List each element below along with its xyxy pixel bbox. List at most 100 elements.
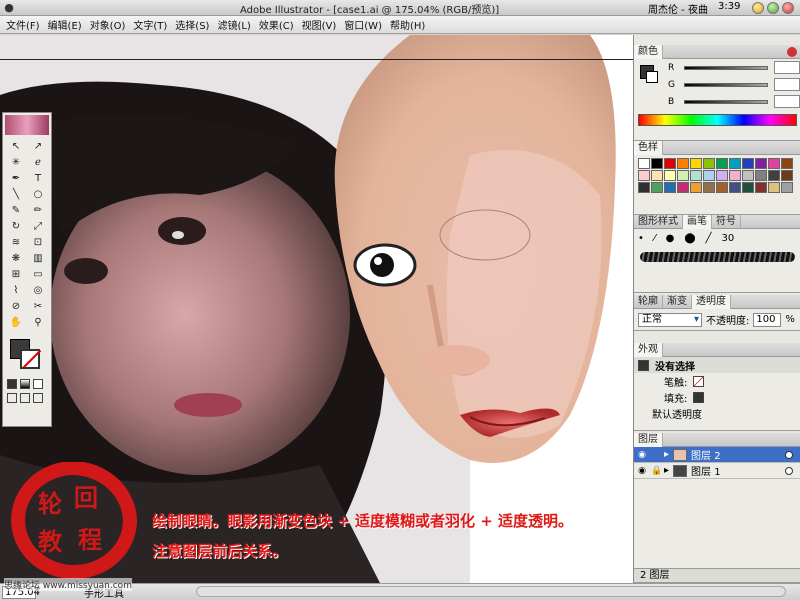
close-button[interactable] — [782, 2, 794, 14]
stroke-none-icon[interactable] — [693, 375, 705, 387]
menu-object[interactable]: 对象(O) — [86, 17, 130, 32]
brush-size-label[interactable]: 30 — [722, 233, 735, 244]
swatch-cell[interactable] — [755, 182, 767, 193]
tab-color[interactable]: 颜色 — [634, 44, 663, 59]
brush-dot-1[interactable]: • — [638, 233, 644, 244]
vector-face[interactable] — [330, 35, 633, 480]
layer-name[interactable]: 图层 1 — [691, 463, 721, 478]
swatch-cell[interactable] — [716, 182, 728, 193]
blend-mode-select[interactable]: 正常 — [638, 312, 702, 327]
swatch-cell[interactable] — [677, 158, 689, 169]
red-slider-row[interactable]: R — [634, 59, 800, 76]
full-screen-icon[interactable] — [33, 393, 43, 403]
charcoal-brush[interactable] — [640, 252, 795, 262]
swatch-cell[interactable] — [664, 182, 676, 193]
selection-tool-icon[interactable]: ↖ — [6, 140, 26, 154]
swatch-cell[interactable] — [690, 182, 702, 193]
swatch-cell[interactable] — [638, 170, 650, 181]
eye-icon[interactable]: ◉ — [634, 450, 650, 460]
panel-close-icon[interactable] — [787, 46, 797, 57]
brush-dot-2[interactable]: ⁄ — [654, 233, 656, 244]
warp-icon[interactable]: ≋ — [6, 236, 26, 250]
swatch-cell[interactable] — [638, 158, 650, 169]
color-mode-icon[interactable] — [7, 379, 17, 389]
screen-mode-icon[interactable] — [7, 393, 17, 403]
swatch-cell[interactable] — [781, 170, 793, 181]
swatch-cell[interactable] — [729, 170, 741, 181]
paintbrush-icon[interactable]: ✎ — [6, 204, 26, 218]
eyedropper-icon[interactable]: ⌇ — [6, 284, 26, 298]
none-mode-icon[interactable] — [33, 379, 43, 389]
swatch-cell[interactable] — [768, 158, 780, 169]
layer-row[interactable]: ◉ ▸ 图层 2 — [634, 447, 800, 463]
line-tool-icon[interactable]: ╲ — [6, 188, 26, 202]
swatch-cell[interactable] — [664, 158, 676, 169]
swatch-cell[interactable] — [651, 158, 663, 169]
stroke-swatch[interactable] — [20, 349, 40, 369]
swatch-cell[interactable] — [742, 170, 754, 181]
horizontal-scrollbar[interactable] — [196, 586, 786, 597]
swatch-cell[interactable] — [729, 182, 741, 193]
swatch-cell[interactable] — [742, 182, 754, 193]
green-value[interactable] — [774, 78, 800, 91]
swatch-cell[interactable] — [677, 170, 689, 181]
gradient-mode-icon[interactable] — [20, 379, 30, 389]
menu-effect[interactable]: 效果(C) — [255, 17, 298, 32]
swatch-cell[interactable] — [716, 158, 728, 169]
blue-value[interactable] — [774, 95, 800, 108]
slice-tool-icon[interactable]: ⊘ — [6, 300, 26, 314]
menu-window[interactable]: 窗口(W) — [340, 17, 386, 32]
symbol-sprayer-icon[interactable]: ❋ — [6, 252, 26, 266]
menu-help[interactable]: 帮助(H) — [386, 17, 429, 32]
target-circle-icon[interactable] — [785, 466, 793, 475]
brush-dot-5[interactable]: ╱ — [706, 233, 712, 244]
swatch-cell[interactable] — [755, 158, 767, 169]
ellipse-tool-icon[interactable]: ○ — [28, 188, 48, 202]
menu-type[interactable]: 文字(T) — [129, 17, 171, 32]
menu-edit[interactable]: 编辑(E) — [44, 17, 86, 32]
swatch-cell[interactable] — [677, 182, 689, 193]
swatch-cell[interactable] — [651, 170, 663, 181]
apple-icon[interactable]: ● — [0, 1, 18, 14]
minimize-button[interactable] — [752, 2, 764, 14]
swatch-cell[interactable] — [664, 170, 676, 181]
rotate-icon[interactable]: ↻ — [6, 220, 26, 234]
tab-graphic-styles[interactable]: 图形样式 — [634, 214, 683, 229]
swatch-cell[interactable] — [742, 158, 754, 169]
swatch-cell[interactable] — [729, 158, 741, 169]
pen-tool-icon[interactable]: ✒ — [6, 172, 26, 186]
type-tool-icon[interactable]: T — [28, 172, 48, 186]
tab-stroke[interactable]: 轮廓 — [634, 294, 663, 309]
menu-select[interactable]: 选择(S) — [171, 17, 213, 32]
color-spectrum[interactable] — [638, 114, 797, 126]
tab-symbols[interactable]: 符号 — [712, 214, 741, 229]
expand-arrow-icon[interactable]: ▸ — [664, 465, 669, 476]
tab-appearance[interactable]: 外观 — [634, 342, 663, 357]
eye-icon[interactable]: ◉ — [634, 466, 650, 476]
swatch-cell[interactable] — [768, 170, 780, 181]
free-transform-icon[interactable]: ⊡ — [28, 236, 48, 250]
tab-brushes[interactable]: 画笔 — [683, 214, 712, 229]
opacity-input[interactable]: 100 — [753, 312, 782, 327]
swatch-cell[interactable] — [690, 158, 702, 169]
mesh-tool-icon[interactable]: ⊞ — [6, 268, 26, 282]
red-value[interactable] — [774, 61, 800, 74]
target-circle-icon[interactable] — [785, 450, 793, 459]
magic-wand-icon[interactable]: ✳ — [6, 156, 26, 170]
full-screen-menu-icon[interactable] — [20, 393, 30, 403]
swatch-cell[interactable] — [703, 158, 715, 169]
blend-tool-icon[interactable]: ◎ — [28, 284, 48, 298]
menu-view[interactable]: 视图(V) — [298, 17, 341, 32]
layer-name[interactable]: 图层 2 — [691, 447, 721, 462]
graph-tool-icon[interactable]: ▥ — [28, 252, 48, 266]
green-slider-row[interactable]: G — [634, 76, 800, 93]
brush-dot-4[interactable]: ⬤ — [684, 233, 695, 244]
lasso-icon[interactable]: ℯ — [28, 156, 48, 170]
brush-dot-3[interactable]: ● — [666, 233, 675, 244]
layer-row[interactable]: ◉ 🔒 ▸ 图层 1 — [634, 463, 800, 479]
tab-swatches[interactable]: 色样 — [634, 140, 663, 155]
swatch-cell[interactable] — [716, 170, 728, 181]
menu-file[interactable]: 文件(F) — [2, 17, 44, 32]
swatch-cell[interactable] — [690, 170, 702, 181]
hand-tool-icon[interactable]: ✋ — [6, 316, 26, 330]
